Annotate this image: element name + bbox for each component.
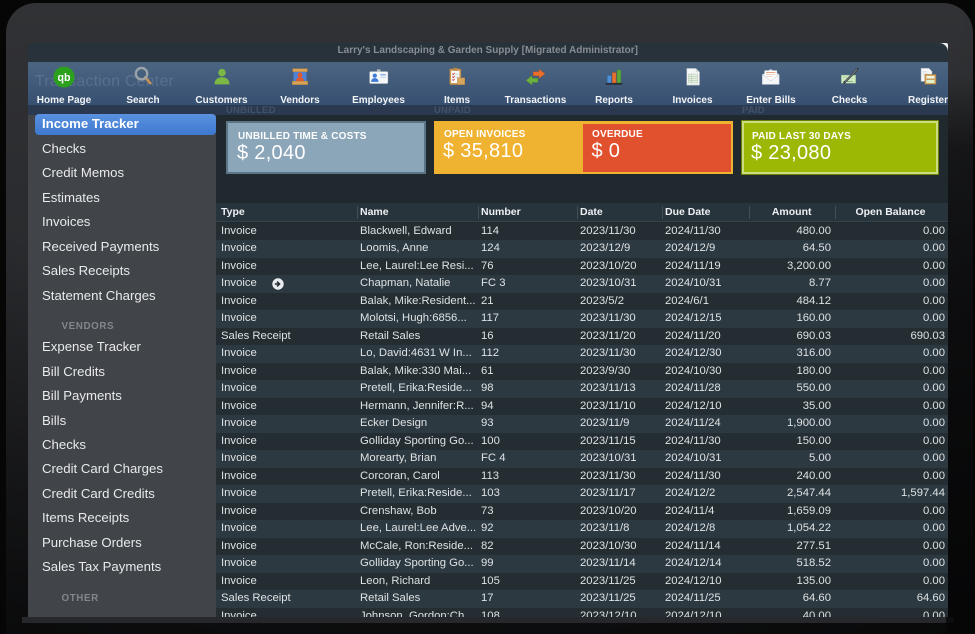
svg-text:qb: qb xyxy=(58,72,71,84)
